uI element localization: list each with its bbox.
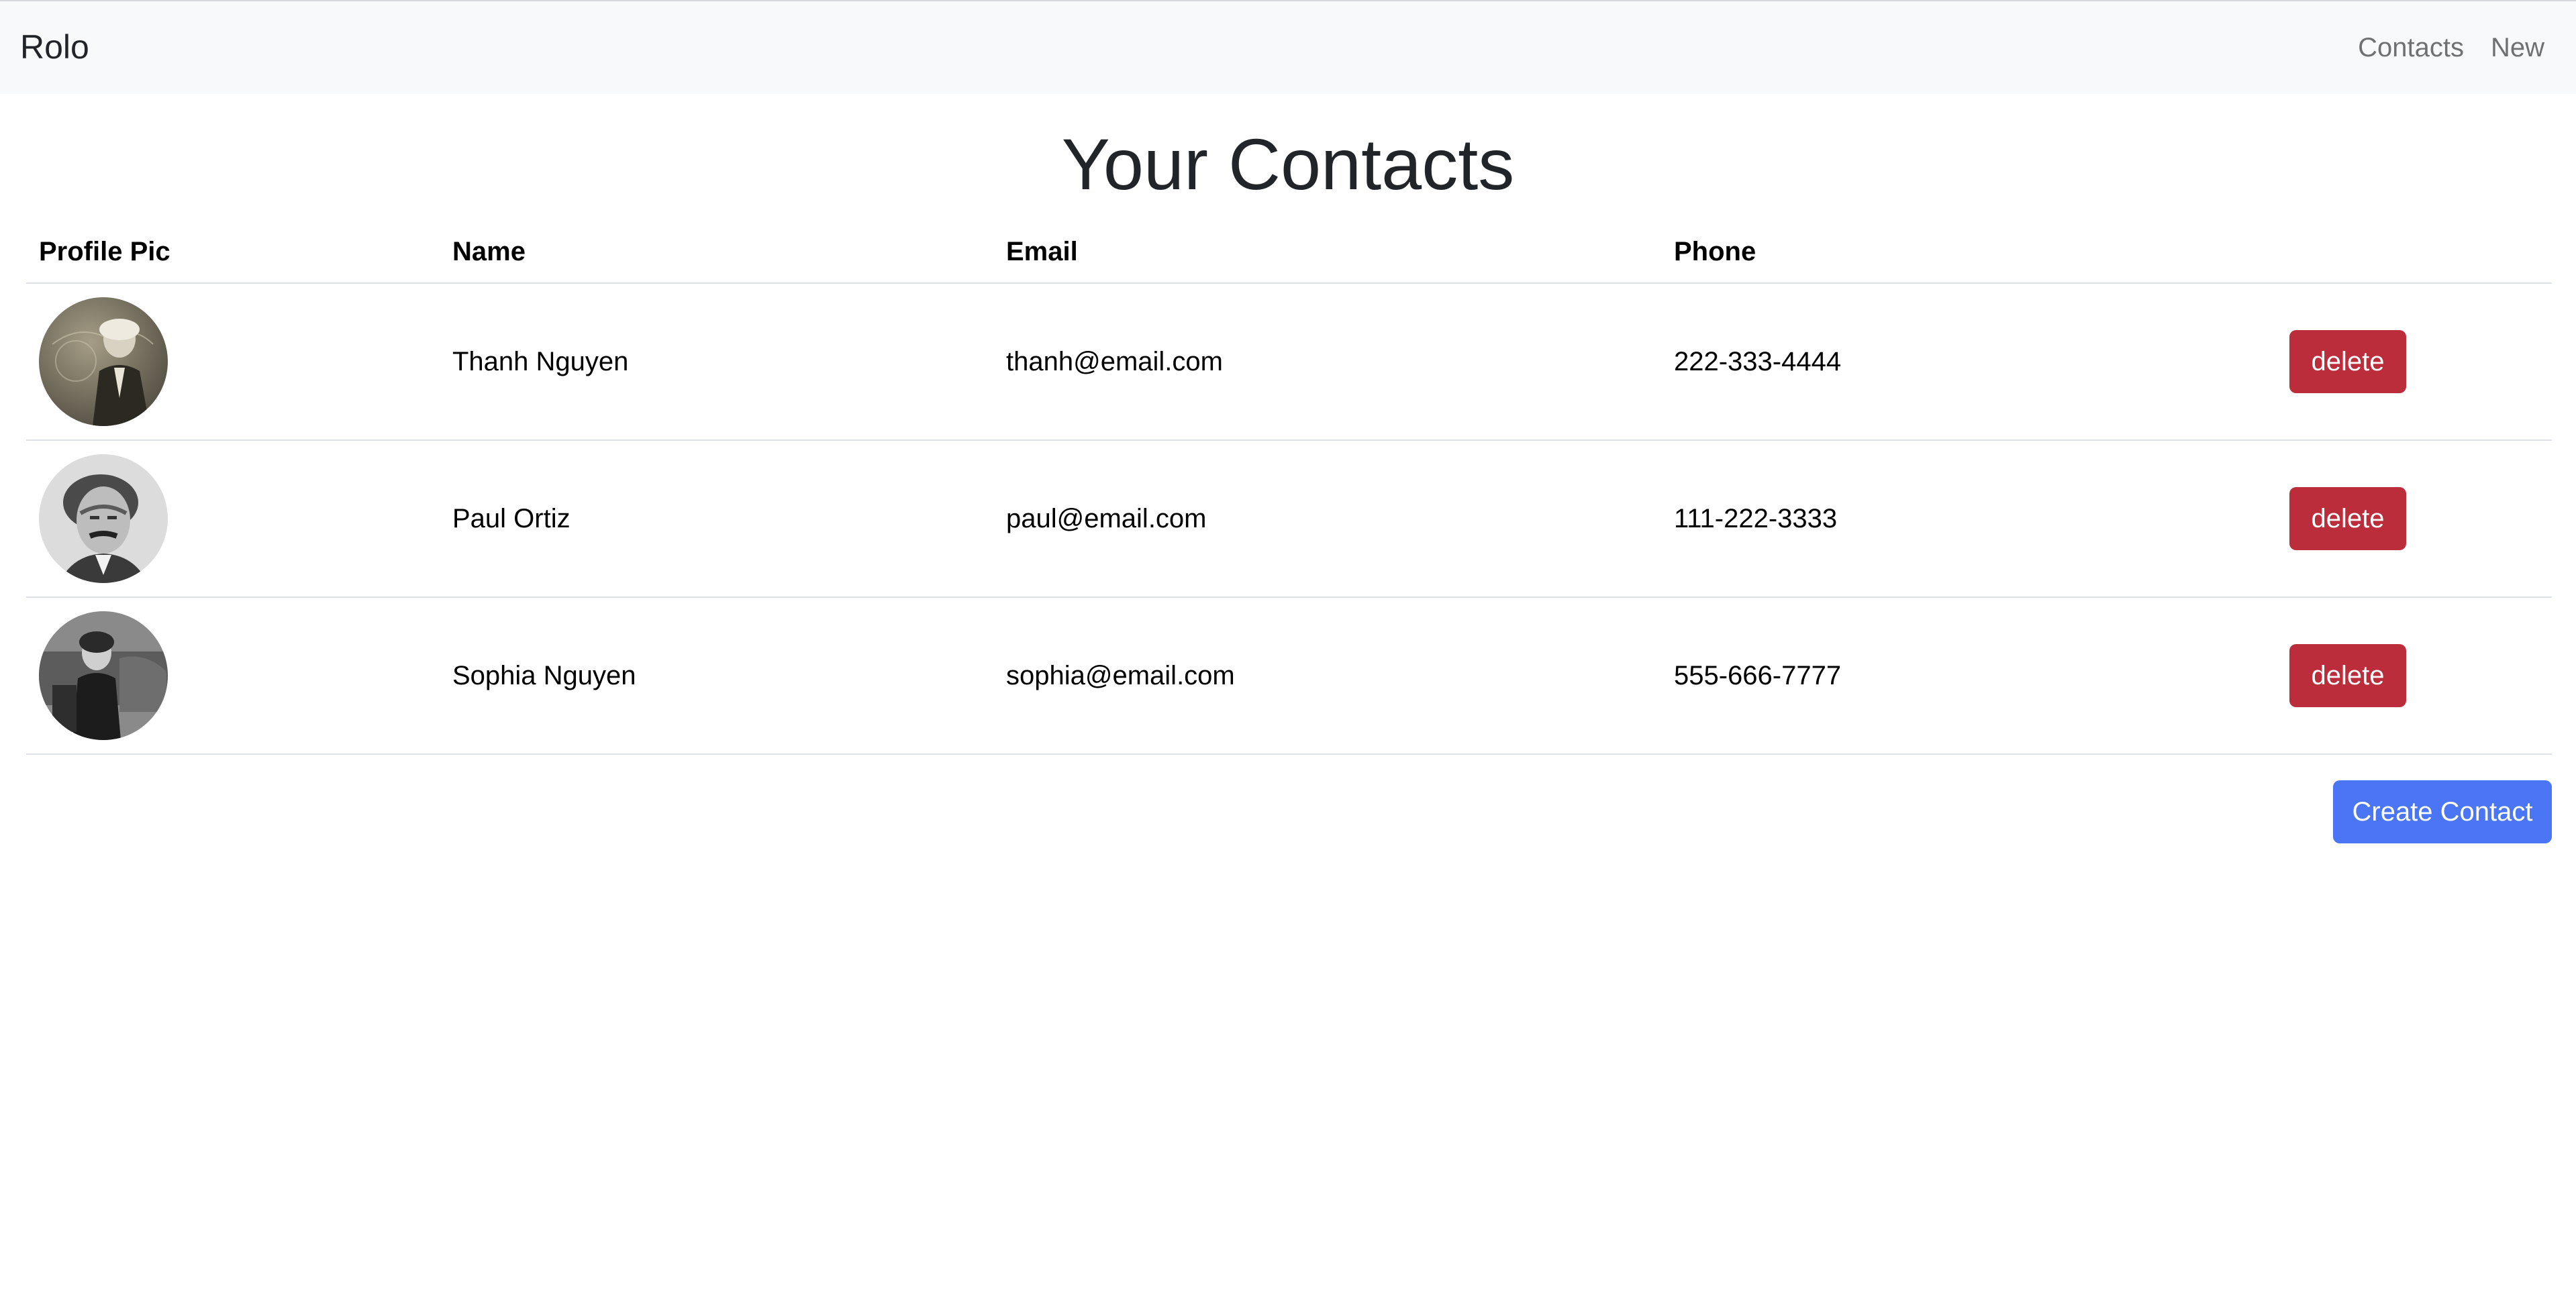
header-profile-pic: Profile Pic bbox=[26, 221, 440, 284]
table-header-row: Profile Pic Name Email Phone bbox=[26, 221, 2552, 284]
nav-links: Contacts New bbox=[2358, 30, 2544, 66]
delete-button[interactable]: delete bbox=[2289, 330, 2406, 393]
page-title: Your Contacts bbox=[1061, 123, 1515, 205]
create-contact-button[interactable]: Create Contact bbox=[2333, 780, 2552, 843]
contact-email: sophia@email.com bbox=[993, 597, 1661, 755]
nav-link-new[interactable]: New bbox=[2491, 30, 2544, 66]
contacts-table: Profile Pic Name Email Phone Thanh Nguye… bbox=[26, 221, 2552, 755]
contact-name: Sophia Nguyen bbox=[440, 597, 993, 755]
table-row: Sophia Nguyen sophia@email.com 555-666-7… bbox=[26, 597, 2552, 755]
contact-name: Thanh Nguyen bbox=[440, 283, 993, 441]
delete-button[interactable]: delete bbox=[2289, 644, 2406, 707]
header-phone: Phone bbox=[1661, 221, 2289, 284]
avatar bbox=[39, 454, 168, 583]
contact-name: Paul Ortiz bbox=[440, 440, 993, 598]
table-row: Paul Ortiz paul@email.com 111-222-3333 d… bbox=[26, 440, 2552, 598]
header-name: Name bbox=[440, 221, 993, 284]
contact-phone: 222-333-4444 bbox=[1661, 283, 2289, 441]
avatar bbox=[39, 611, 168, 740]
contact-phone: 111-222-3333 bbox=[1661, 440, 2289, 598]
contact-email: thanh@email.com bbox=[993, 283, 1661, 441]
navbar: Rolo Contacts New bbox=[0, 0, 2576, 94]
contact-phone: 555-666-7777 bbox=[1661, 597, 2289, 755]
header-actions bbox=[2289, 221, 2552, 284]
table-row: Thanh Nguyen thanh@email.com 222-333-444… bbox=[26, 283, 2552, 441]
brand-link[interactable]: Rolo bbox=[20, 27, 89, 67]
avatar bbox=[39, 297, 168, 426]
nav-link-contacts[interactable]: Contacts bbox=[2358, 30, 2464, 66]
contact-email: paul@email.com bbox=[993, 440, 1661, 598]
delete-button[interactable]: delete bbox=[2289, 487, 2406, 550]
header-email: Email bbox=[993, 221, 1661, 284]
